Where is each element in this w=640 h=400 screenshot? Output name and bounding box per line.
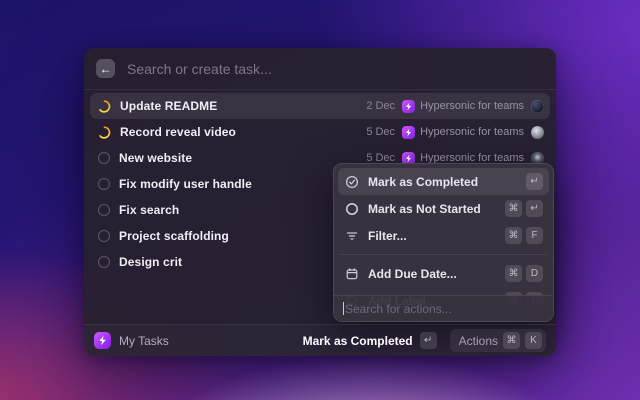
command-palette-window: ← Search or create task... Update README… <box>84 48 556 356</box>
status-in-progress-icon[interactable] <box>98 126 111 139</box>
avatar <box>531 126 544 139</box>
task-title: Fix modify user handle <box>119 177 252 191</box>
project-chip: Hypersonic for teams <box>402 126 524 139</box>
hypersonic-logo-icon <box>402 126 415 139</box>
workspace-name[interactable]: My Tasks <box>119 334 169 348</box>
hypersonic-logo-icon <box>402 100 415 113</box>
menu-item-add-due-date[interactable]: Add Due Date... ⌘ D <box>338 260 549 287</box>
key-cmd: ⌘ <box>505 265 522 282</box>
search-header: ← Search or create task... <box>84 48 556 90</box>
status-not-started-icon[interactable] <box>98 204 110 216</box>
task-title: Fix search <box>119 203 179 217</box>
status-not-started-icon[interactable] <box>98 178 110 190</box>
task-row[interactable]: Record reveal video 5 Dec Hypersonic for… <box>90 119 550 145</box>
due-date: 2 Dec <box>366 100 395 112</box>
key-f: F <box>526 227 543 244</box>
key-return: ↵ <box>526 173 543 190</box>
status-not-started-icon[interactable] <box>98 256 110 268</box>
menu-item-label: Mark as Not Started <box>368 202 481 216</box>
key-cmd: ⌘ <box>505 227 522 244</box>
project-name: Hypersonic for teams <box>420 100 524 112</box>
circle-icon <box>345 202 359 216</box>
task-title: Record reveal video <box>120 125 236 139</box>
task-row[interactable]: Update README 2 Dec Hypersonic for teams <box>90 93 550 119</box>
actions-menu: Mark as Completed ↵ Mark as Not Started … <box>333 163 554 322</box>
primary-action-label[interactable]: Mark as Completed <box>303 334 413 348</box>
key-cmd: ⌘ <box>505 200 522 217</box>
avatar <box>531 100 544 113</box>
task-title: Update README <box>120 99 217 113</box>
arrow-left-icon: ← <box>100 63 112 75</box>
calendar-icon <box>345 267 359 281</box>
back-button[interactable]: ← <box>96 59 115 78</box>
status-in-progress-icon[interactable] <box>98 100 111 113</box>
project-name: Hypersonic for teams <box>420 126 524 138</box>
menu-item-label: Mark as Completed <box>368 175 478 189</box>
status-not-started-icon[interactable] <box>98 152 110 164</box>
task-title: New website <box>119 151 192 165</box>
task-title: Design crit <box>119 255 182 269</box>
menu-item-mark-not-started[interactable]: Mark as Not Started ⌘ ↵ <box>338 195 549 222</box>
key-return: ↵ <box>420 332 437 349</box>
filter-icon <box>345 229 359 243</box>
key-cmd: ⌘ <box>503 332 520 349</box>
task-title: Project scaffolding <box>119 229 229 243</box>
menu-divider <box>340 254 547 255</box>
status-not-started-icon[interactable] <box>98 230 110 242</box>
footer-bar: My Tasks Mark as Completed ↵ Actions ⌘ K <box>84 324 556 356</box>
actions-button[interactable]: Actions ⌘ K <box>450 329 546 352</box>
key-d: D <box>526 265 543 282</box>
actions-search-input[interactable]: Search for actions... <box>334 295 553 321</box>
menu-item-mark-completed[interactable]: Mark as Completed ↵ <box>338 168 549 195</box>
task-search-input[interactable]: Search or create task... <box>127 61 272 77</box>
project-chip: Hypersonic for teams <box>402 100 524 113</box>
key-return: ↵ <box>526 200 543 217</box>
key-k: K <box>525 332 542 349</box>
menu-item-label: Add Due Date... <box>368 267 457 281</box>
circle-check-icon <box>345 175 359 189</box>
hypersonic-logo-icon <box>94 332 111 349</box>
menu-item-filter[interactable]: Filter... ⌘ F <box>338 222 549 249</box>
text-caret <box>343 302 344 315</box>
menu-item-label: Filter... <box>368 229 407 243</box>
due-date: 5 Dec <box>366 126 395 138</box>
